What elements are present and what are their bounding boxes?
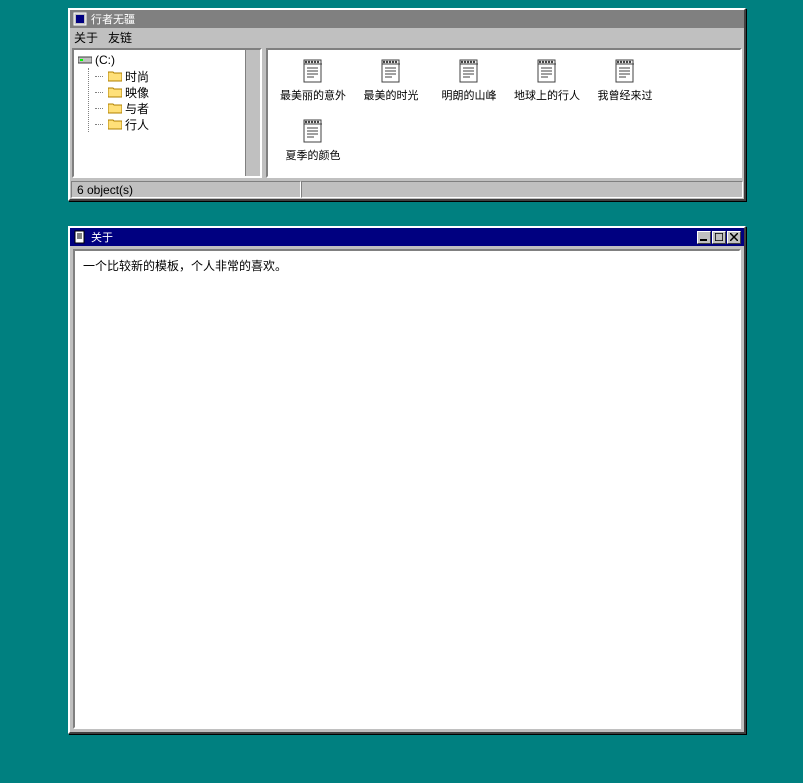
tree-folder-label: 映像 <box>125 84 149 101</box>
file-label: 最美丽的意外 <box>280 90 346 102</box>
explorer-titlebar[interactable]: 行者无疆 <box>70 10 744 28</box>
menu-links[interactable]: 友链 <box>108 29 132 46</box>
tree-scrollbar[interactable] <box>245 50 260 176</box>
maximize-button[interactable] <box>712 231 726 244</box>
file-label: 我曾经来过 <box>598 90 653 102</box>
file-item[interactable]: 明朗的山峰 <box>430 58 508 114</box>
tree-pane[interactable]: (C:) 时尚 映像 与者 行人 <box>72 48 262 178</box>
tree-folder[interactable]: 映像 <box>95 84 256 100</box>
menu-about[interactable]: 关于 <box>74 29 98 46</box>
status-count: 6 object(s) <box>71 181 301 198</box>
file-item[interactable]: 最美丽的意外 <box>274 58 352 114</box>
folder-icon <box>108 70 122 82</box>
tree-folder[interactable]: 与者 <box>95 100 256 116</box>
about-title: 关于 <box>91 229 113 245</box>
tree-folder-label: 时尚 <box>125 68 149 85</box>
status-blank <box>301 181 743 198</box>
about-titlebar[interactable]: 关于 <box>70 228 744 246</box>
file-label: 明朗的山峰 <box>442 90 497 102</box>
file-item[interactable]: 我曾经来过 <box>586 58 664 114</box>
folder-icon <box>108 118 122 130</box>
files-pane[interactable]: 最美丽的意外 最美的时光 明朗的山峰 地球上的行人 我曾经来过 夏季的颜色 <box>266 48 742 178</box>
file-item[interactable]: 最美的时光 <box>352 58 430 114</box>
about-body: 一个比较新的模板，个人非常的喜欢。 <box>70 246 744 732</box>
file-label: 地球上的行人 <box>514 90 580 102</box>
tree-root-label: (C:) <box>95 53 115 67</box>
explorer-window: 行者无疆 关于 友链 (C:) 时尚 映像 与者 <box>68 8 746 201</box>
drive-icon <box>78 54 92 66</box>
notepad-icon <box>533 58 561 86</box>
explorer-body: (C:) 时尚 映像 与者 行人 <box>70 46 744 180</box>
tree-folder[interactable]: 时尚 <box>95 68 256 84</box>
about-window: 关于 一个比较新的模板，个人非常的喜欢。 <box>68 226 746 734</box>
close-button[interactable] <box>727 231 741 244</box>
tree-folder-label: 行人 <box>125 116 149 133</box>
notepad-icon <box>377 58 405 86</box>
tree-root[interactable]: (C:) <box>78 52 256 68</box>
tree-folder-label: 与者 <box>125 100 149 117</box>
menubar: 关于 友链 <box>70 28 744 46</box>
file-label: 夏季的颜色 <box>286 150 341 162</box>
folder-icon <box>108 86 122 98</box>
about-textarea[interactable]: 一个比较新的模板，个人非常的喜欢。 <box>73 249 741 729</box>
tree-children: 时尚 映像 与者 行人 <box>88 68 256 132</box>
file-label: 最美的时光 <box>364 90 419 102</box>
notepad-icon <box>299 58 327 86</box>
statusbar: 6 object(s) <box>70 180 744 199</box>
minimize-button[interactable] <box>697 231 711 244</box>
document-icon <box>73 230 87 244</box>
explorer-title: 行者无疆 <box>91 11 135 27</box>
notepad-icon <box>455 58 483 86</box>
file-item[interactable]: 夏季的颜色 <box>274 118 352 174</box>
about-content: 一个比较新的模板，个人非常的喜欢。 <box>83 259 287 273</box>
file-item[interactable]: 地球上的行人 <box>508 58 586 114</box>
notepad-icon <box>611 58 639 86</box>
folder-icon <box>108 102 122 114</box>
app-icon <box>73 12 87 26</box>
tree-folder[interactable]: 行人 <box>95 116 256 132</box>
notepad-icon <box>299 118 327 146</box>
